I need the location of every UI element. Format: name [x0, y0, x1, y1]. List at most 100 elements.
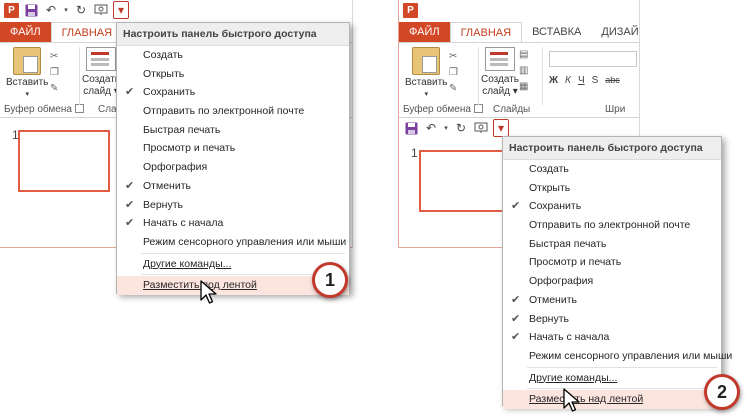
- menu-item-quick-print[interactable]: Быстрая печать: [117, 121, 349, 140]
- menu-item-start-from-beginning[interactable]: ✔ Начать с начала: [503, 328, 721, 347]
- mouse-cursor-icon: [200, 280, 217, 304]
- menu-item-email[interactable]: Отправить по электронной почте: [117, 102, 349, 121]
- menu-item-touch-mode[interactable]: Режим сенсорного управления или мыши: [503, 347, 732, 366]
- slides-group-label: Слайды: [493, 104, 531, 115]
- reset-icon[interactable]: ▥: [519, 65, 533, 76]
- new-slide-label-2: слайд ▾: [482, 86, 518, 97]
- format-painter-icon[interactable]: ✎: [50, 83, 64, 94]
- italic-button[interactable]: К: [565, 75, 571, 86]
- new-slide-button[interactable]: Создать слайд ▾: [82, 47, 120, 98]
- menu-item-redo[interactable]: ✔ Вернуть: [503, 310, 721, 329]
- menu-separator: [527, 366, 717, 368]
- menu-item-new[interactable]: Создать: [503, 160, 721, 179]
- menu-separator: [141, 252, 345, 254]
- menu-item-new[interactable]: Создать: [117, 46, 349, 65]
- quick-access-toolbar: P ↶ ▾ ↻ ▾: [0, 0, 352, 20]
- slide-thumbnail[interactable]: [18, 130, 110, 192]
- paste-label: Вставить: [405, 77, 448, 88]
- undo-icon[interactable]: ↶: [43, 2, 59, 18]
- save-icon[interactable]: [23, 2, 39, 18]
- font-name-select[interactable]: [549, 51, 637, 67]
- clipboard-group: Вставить ▾ ✂ ❐ ✎ Буфер обмена: [0, 43, 84, 117]
- menu-separator: [527, 388, 717, 390]
- undo-icon[interactable]: ↶: [423, 120, 439, 136]
- paste-button[interactable]: Вставить ▾: [405, 47, 447, 101]
- slide-thumbnail[interactable]: [419, 150, 511, 212]
- format-painter-icon[interactable]: ✎: [449, 83, 463, 94]
- tab-file[interactable]: ФАЙЛ: [399, 22, 450, 42]
- menu-title: Настроить панель быстрого доступа: [117, 23, 349, 46]
- bold-button[interactable]: Ж: [549, 75, 558, 86]
- tab-home[interactable]: ГЛАВНАЯ: [50, 22, 124, 42]
- title-bar: P: [399, 0, 639, 20]
- menu-item-undo[interactable]: ✔ Отменить: [117, 177, 349, 196]
- step-badge-2: 2: [704, 374, 740, 410]
- customize-qat-dropdown-icon[interactable]: ▾: [493, 119, 509, 137]
- menu-item-start-from-beginning[interactable]: ✔ Начать с начала: [117, 214, 349, 233]
- strikethrough-button[interactable]: abc: [605, 75, 620, 86]
- new-slide-button[interactable]: Создать слайд ▾: [481, 47, 519, 98]
- chevron-down-icon: ▾: [424, 91, 428, 98]
- checkmark-icon: ✔: [125, 86, 135, 99]
- menu-item-show-above-ribbon[interactable]: Разместить над лентой: [503, 390, 721, 409]
- menu-item-undo[interactable]: ✔ Отменить: [503, 291, 721, 310]
- save-icon[interactable]: [403, 120, 419, 136]
- clipboard-group-label: Буфер обмена: [4, 104, 84, 115]
- customize-qat-menu: Настроить панель быстрого доступа Создат…: [116, 22, 350, 295]
- new-slide-label-1: Создать: [82, 74, 121, 85]
- quick-access-toolbar-below-ribbon: ↶ ▾ ↻ ▾: [399, 118, 509, 138]
- font-group: Ж К Ч S abc Шри: [545, 43, 639, 117]
- copy-icon[interactable]: ❐: [449, 67, 463, 78]
- menu-item-print-preview[interactable]: Просмотр и печать: [117, 139, 349, 158]
- menu-item-spelling[interactable]: Орфография: [503, 272, 721, 291]
- redo-icon[interactable]: ↻: [453, 120, 469, 136]
- font-group-label: Шри: [605, 104, 626, 115]
- new-slide-label-2: слайд ▾: [83, 86, 119, 97]
- paste-label: Вставить: [6, 77, 49, 88]
- paste-button[interactable]: Вставить ▾: [6, 47, 48, 101]
- font-style-buttons: Ж К Ч S abc: [549, 75, 620, 86]
- menu-item-touch-mode[interactable]: Режим сенсорного управления или мыши: [117, 233, 349, 252]
- underline-button[interactable]: Ч: [578, 75, 585, 86]
- clipboard-group-label: Буфер обмена: [403, 104, 483, 115]
- tab-home[interactable]: ГЛАВНАЯ: [449, 22, 523, 42]
- checkmark-icon: ✔: [511, 312, 521, 325]
- step-badge-1: 1: [312, 262, 348, 298]
- menu-item-quick-print[interactable]: Быстрая печать: [503, 235, 721, 254]
- redo-icon[interactable]: ↻: [73, 2, 89, 18]
- checkmark-icon: ✔: [511, 200, 521, 213]
- ribbon: Вставить ▾ ✂ ❐ ✎ Буфер обмена Создать сл…: [399, 42, 639, 118]
- menu-item-save[interactable]: ✔ Сохранить: [117, 83, 349, 102]
- cut-icon[interactable]: ✂: [50, 51, 64, 62]
- copy-icon[interactable]: ❐: [50, 67, 64, 78]
- menu-item-save[interactable]: ✔ Сохранить: [503, 197, 721, 216]
- new-slide-icon: [86, 47, 116, 71]
- layout-icon[interactable]: ▤: [519, 49, 533, 60]
- slides-group: Создать слайд ▾ Слай: [80, 43, 122, 117]
- chevron-down-icon[interactable]: ▾: [443, 120, 449, 136]
- menu-item-spelling[interactable]: Орфография: [117, 158, 349, 177]
- menu-item-email[interactable]: Отправить по электронной почте: [503, 216, 721, 235]
- tab-design[interactable]: ДИЗАЙН: [591, 22, 639, 42]
- slide-number: 1: [411, 146, 418, 160]
- checkmark-icon: ✔: [125, 217, 135, 230]
- menu-title: Настроить панель быстрого доступа: [503, 137, 721, 160]
- chevron-down-icon[interactable]: ▾: [63, 2, 69, 18]
- tab-file[interactable]: ФАЙЛ: [0, 22, 51, 42]
- slideshow-icon[interactable]: [473, 120, 489, 136]
- cut-icon[interactable]: ✂: [449, 51, 463, 62]
- checkmark-icon: ✔: [511, 293, 521, 306]
- menu-item-print-preview[interactable]: Просмотр и печать: [503, 253, 721, 272]
- menu-item-open[interactable]: Открыть: [503, 179, 721, 198]
- new-slide-label-1: Создать: [481, 74, 520, 85]
- menu-item-open[interactable]: Открыть: [117, 65, 349, 84]
- slideshow-icon[interactable]: [93, 2, 109, 18]
- customize-qat-dropdown-icon[interactable]: ▾: [113, 1, 129, 19]
- shadow-button[interactable]: S: [592, 75, 599, 86]
- menu-item-more-commands[interactable]: Другие команды...: [503, 369, 721, 388]
- section-icon[interactable]: ▦: [519, 81, 533, 92]
- chevron-down-icon: ▾: [25, 91, 29, 98]
- checkmark-icon: ✔: [511, 331, 521, 344]
- menu-item-redo[interactable]: ✔ Вернуть: [117, 196, 349, 215]
- tab-insert[interactable]: ВСТАВКА: [522, 22, 591, 42]
